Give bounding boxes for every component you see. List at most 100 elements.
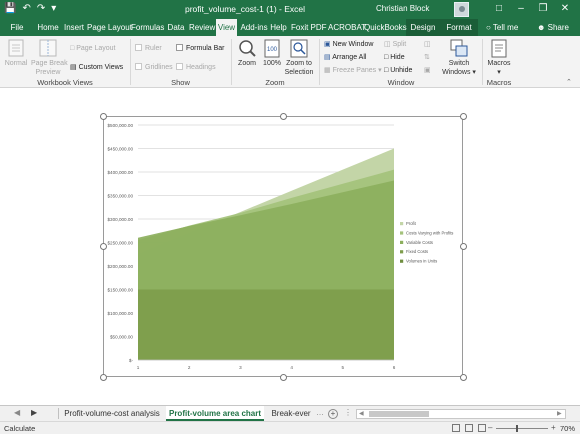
unhide-button[interactable]: □ Unhide — [384, 66, 412, 75]
view-side-by-side-icon[interactable]: ◫ — [424, 40, 431, 49]
resize-handle-right[interactable] — [460, 243, 467, 250]
resize-handle-top-left[interactable] — [100, 113, 107, 120]
tab-page-layout[interactable]: Page Layout — [87, 19, 132, 36]
tab-file[interactable]: File — [4, 19, 30, 36]
maximize-icon[interactable]: ❐ — [532, 2, 554, 16]
group-separator — [231, 39, 232, 85]
resize-handle-bottom-right[interactable] — [460, 374, 467, 381]
close-icon[interactable]: ✕ — [554, 2, 576, 16]
tab-view[interactable]: View — [216, 19, 237, 36]
sheet-tab-profit-volume-area-chart[interactable]: Profit-volume area chart — [166, 406, 264, 421]
new-window-icon: ▣ — [324, 41, 333, 48]
share-button[interactable]: ☻ Share — [537, 23, 569, 32]
headings-checkbox[interactable]: Headings — [176, 63, 216, 72]
resize-handle-top[interactable] — [280, 113, 287, 120]
formula-bar-checkbox[interactable]: Formula Bar — [176, 44, 225, 53]
zoom-button[interactable]: Zoom — [234, 60, 260, 69]
resize-handle-top-right[interactable] — [460, 113, 467, 120]
ribbon-display-options-icon[interactable]: □ — [488, 2, 510, 16]
split-button[interactable]: ◫ Split — [384, 40, 406, 49]
y-tick-label: $- — [129, 358, 134, 363]
tab-acrobat[interactable]: ACROBAT — [328, 19, 366, 36]
zoom-out-icon[interactable]: – — [488, 423, 492, 432]
synchronous-scrolling-icon[interactable]: ⇅ — [424, 53, 430, 62]
tell-me-search[interactable]: ○ Tell me — [486, 23, 518, 32]
zoom-to-selection-button[interactable]: Zoom to Selection — [284, 60, 314, 77]
chevron-down-icon: ▾ — [497, 68, 501, 76]
page-layout-view-button[interactable]: □ Page Layout — [70, 44, 116, 53]
status-bar: Calculate – + 70% — [0, 421, 580, 434]
legend-swatch — [400, 222, 404, 226]
more-sheets-icon[interactable]: … — [316, 408, 324, 417]
arrange-all-button[interactable]: ▤ Arrange All — [324, 53, 366, 62]
sheet-tab-profit-volume-cost-analysis[interactable]: Profit-volume-cost analysis — [62, 406, 162, 421]
collapse-ribbon-icon[interactable]: ⌃ — [566, 78, 572, 87]
resize-handle-bottom-left[interactable] — [100, 374, 107, 381]
zoom-100-button[interactable]: 100% — [260, 60, 284, 69]
scroll-right-icon[interactable]: ▶ — [557, 410, 562, 417]
undo-icon[interactable]: ↶ — [22, 3, 30, 15]
avatar[interactable] — [454, 2, 469, 17]
tab-data[interactable]: Data — [166, 19, 186, 36]
tab-home[interactable]: Home — [35, 19, 61, 36]
legend-label: Fixed Costs — [406, 249, 428, 254]
hide-button[interactable]: □ Hide — [384, 53, 405, 62]
add-sheet-icon[interactable]: + — [328, 409, 338, 419]
tab-foxit-pdf[interactable]: Foxit PDF — [291, 19, 327, 36]
area-chart[interactable]: $- $50,000.00 $100,000.00 $150,000.00 $200,0… — [104, 117, 464, 378]
page-break-status-icon[interactable] — [478, 424, 486, 432]
freeze-panes-button[interactable]: ▦ Freeze Panes ▾ — [324, 66, 382, 75]
tab-format[interactable]: Format — [444, 19, 474, 36]
customize-qat-icon[interactable]: ▾ — [51, 3, 56, 15]
tab-insert[interactable]: Insert — [63, 19, 85, 36]
page-break-preview-icon — [39, 39, 57, 57]
ruler-checkbox[interactable]: Ruler — [135, 44, 162, 53]
arrange-all-icon: ▤ — [324, 54, 333, 61]
tab-design[interactable]: Design — [409, 19, 437, 36]
save-icon[interactable]: 💾 — [4, 3, 16, 15]
sheet-tab-break-even[interactable]: Break-ever — [268, 406, 314, 421]
zoom-in-icon[interactable]: + — [551, 423, 556, 432]
tab-review[interactable]: Review — [189, 19, 215, 36]
minimize-icon[interactable]: – — [510, 2, 532, 16]
macros-button[interactable]: Macros ▾ — [484, 60, 514, 77]
normal-view-button[interactable]: Normal — [3, 60, 29, 69]
redo-icon[interactable]: ↷ — [37, 3, 45, 15]
view-buttons — [452, 424, 486, 432]
normal-view-icon — [8, 39, 24, 57]
zoom-level[interactable]: 70% — [560, 424, 575, 433]
group-label-zoom: Zoom — [265, 78, 285, 87]
gridlines-checkbox[interactable]: Gridlines — [135, 63, 173, 72]
y-tick-label: $250,000.00 — [107, 241, 133, 246]
reset-window-position-icon[interactable]: ▣ — [424, 66, 431, 75]
x-tick-label: 2 — [188, 365, 191, 370]
page-layout-status-icon[interactable] — [465, 424, 473, 432]
resize-handle-bottom[interactable] — [280, 374, 287, 381]
tab-add-ins[interactable]: Add-ins — [240, 19, 268, 36]
user-name[interactable]: Christian Block — [376, 4, 429, 13]
tab-formulas[interactable]: Formulas — [131, 19, 164, 36]
new-window-button[interactable]: ▣ New Window — [324, 40, 373, 49]
macros-icon — [491, 39, 507, 58]
y-tick-label: $500,000.00 — [107, 123, 133, 128]
scroll-left-icon[interactable]: ◀ — [359, 410, 364, 417]
split-handle-icon[interactable]: ⋮ — [344, 408, 352, 417]
legend-swatch — [400, 250, 404, 254]
horizontal-scrollbar[interactable]: ◀ ▶ — [356, 409, 566, 419]
legend-swatch — [400, 231, 404, 235]
page-break-preview-button[interactable]: Page Break Preview — [31, 60, 68, 77]
normal-view-status-icon[interactable] — [452, 424, 460, 432]
zoom-slider[interactable] — [496, 425, 548, 432]
tab-quickbooks[interactable]: QuickBooks — [364, 19, 407, 36]
scroll-tabs-right-icon[interactable]: ▶ — [31, 408, 37, 417]
chevron-down-icon: ▾ — [470, 68, 476, 76]
tab-help[interactable]: Help — [269, 19, 288, 36]
scroll-tabs-left-icon[interactable]: ◀ — [14, 408, 20, 417]
custom-views-button[interactable]: ▤ Custom Views — [70, 63, 123, 72]
resize-handle-left[interactable] — [100, 243, 107, 250]
scrollbar-thumb[interactable] — [369, 411, 429, 417]
switch-windows-button[interactable]: Switch Windows ▾ — [442, 60, 476, 77]
chart-area[interactable]: $- $50,000.00 $100,000.00 $150,000.00 $200,0… — [103, 116, 463, 377]
group-label-show: Show — [171, 78, 190, 87]
x-tick-label: 3 — [239, 365, 242, 370]
